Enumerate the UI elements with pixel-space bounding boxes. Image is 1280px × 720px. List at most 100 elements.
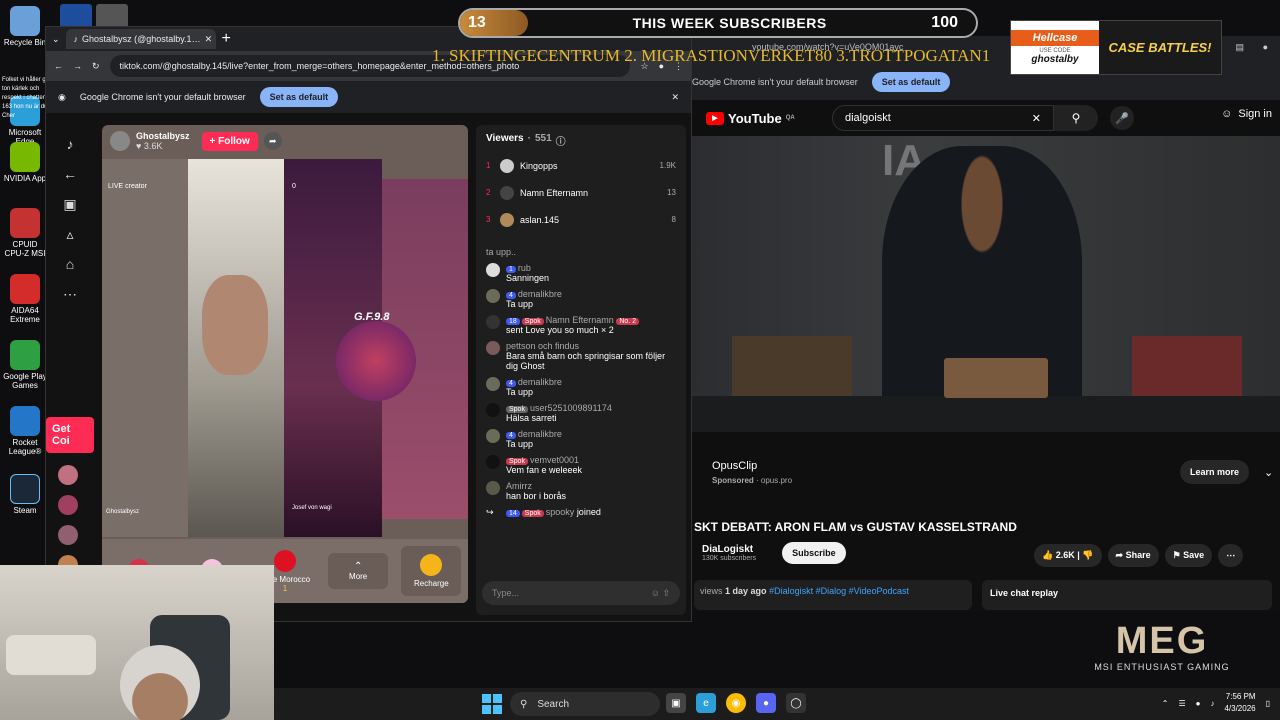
chat-username[interactable]: demalikbre bbox=[518, 377, 562, 387]
chat-username[interactable]: spooky bbox=[546, 507, 575, 517]
chat-username[interactable]: demalikbre bbox=[518, 289, 562, 299]
volume-icon[interactable]: ♪ bbox=[1210, 699, 1214, 708]
chat-input[interactable]: Type... ☺ ⇧ bbox=[482, 581, 680, 605]
chat-username[interactable]: rub bbox=[518, 263, 531, 273]
avatar[interactable] bbox=[58, 465, 78, 485]
avatar[interactable] bbox=[486, 481, 500, 495]
back-icon[interactable]: ← bbox=[54, 61, 63, 71]
chat-username[interactable]: Amirrz bbox=[506, 481, 532, 491]
chat-username[interactable]: vemvet0001 bbox=[530, 455, 579, 465]
set-default-button[interactable]: Set as default bbox=[871, 72, 951, 92]
like-button[interactable]: 👍 2.6K | 👎 bbox=[1034, 544, 1102, 567]
tiktok-logo-icon[interactable]: ♪ bbox=[46, 129, 94, 159]
ad-info[interactable]: OpusClip Sponsored · opus.pro bbox=[712, 460, 792, 485]
new-tab-icon[interactable]: + bbox=[222, 30, 231, 48]
aida64-icon[interactable]: AIDA64 Extreme bbox=[2, 274, 48, 324]
chevron-up-icon[interactable]: ⌃ bbox=[1162, 699, 1169, 708]
chat-username[interactable]: Namn Efternamn bbox=[546, 315, 614, 325]
clock[interactable]: 7:56 PM 4/3/2026 bbox=[1224, 691, 1255, 715]
home-icon[interactable]: ⌂ bbox=[46, 249, 94, 279]
description-box[interactable]: views 1 day ago #Dialogiskt #Dialog #Vid… bbox=[694, 580, 972, 610]
laptop bbox=[944, 358, 1048, 398]
live-tv-icon[interactable]: ▣ bbox=[46, 189, 94, 219]
avatar[interactable] bbox=[486, 315, 500, 329]
hashtags[interactable]: #Dialogiskt #Dialog #VideoPodcast bbox=[769, 586, 909, 596]
recycle-bin-icon[interactable]: Recycle Bin bbox=[2, 6, 48, 47]
chat-username[interactable]: pettson och findus bbox=[506, 341, 579, 351]
avatar[interactable] bbox=[58, 495, 78, 515]
viewer-row[interactable]: 1 Kingopps 1.9K bbox=[486, 152, 676, 179]
avatar[interactable] bbox=[486, 429, 500, 443]
clear-search-icon[interactable]: ✕ bbox=[1032, 112, 1041, 125]
cast-icon[interactable]: ▤ bbox=[1235, 42, 1244, 53]
follow-button[interactable]: + Follow bbox=[201, 131, 258, 151]
fan-badge: Spok bbox=[521, 510, 544, 517]
avatar[interactable] bbox=[486, 341, 500, 355]
discord-icon[interactable]: ● bbox=[756, 693, 776, 713]
forward-icon[interactable]: → bbox=[73, 61, 82, 71]
send-icon[interactable]: ⇧ bbox=[662, 588, 670, 598]
thumbnail[interactable] bbox=[60, 4, 92, 28]
emoji-icon[interactable]: ☺ bbox=[651, 588, 660, 598]
reload-icon[interactable]: ↻ bbox=[92, 61, 100, 72]
task-view-icon[interactable]: ▣ bbox=[666, 693, 686, 713]
sign-in-button[interactable]: ☺ Sign in bbox=[1221, 108, 1272, 120]
close-icon[interactable]: ✕ bbox=[671, 92, 679, 103]
avatar[interactable] bbox=[486, 455, 500, 469]
voice-search-button[interactable]: 🎤 bbox=[1110, 106, 1134, 130]
learn-more-button[interactable]: Learn more bbox=[1180, 460, 1250, 484]
recharge-button[interactable]: Recharge bbox=[401, 546, 462, 596]
cpuz-label: CPUID CPU-Z MSI bbox=[4, 240, 46, 258]
cpuz-icon[interactable]: CPUID CPU-Z MSI bbox=[2, 208, 48, 258]
search-input[interactable]: dialgoiskt ✕ bbox=[832, 105, 1054, 131]
camera-icon[interactable]: ▵ bbox=[46, 219, 94, 249]
chevron-down-icon[interactable]: ⌄ bbox=[1264, 466, 1273, 479]
more-gifts-button[interactable]: ⌃ More bbox=[328, 553, 389, 589]
chat-username[interactable]: demalikbre bbox=[518, 429, 562, 439]
video-player[interactable]: IA bbox=[692, 136, 1280, 432]
wifi-icon[interactable]: ☰ bbox=[1178, 699, 1185, 708]
live-stream-area[interactable]: G.F.9.8 Ghostalbysz ♥ 3.6K + Follow ➦ LI… bbox=[102, 125, 468, 603]
share-icon[interactable]: ➦ bbox=[263, 132, 282, 150]
avatar[interactable] bbox=[486, 403, 500, 417]
tab-close-icon[interactable]: ✕ bbox=[205, 34, 213, 45]
steam-icon[interactable]: Steam bbox=[2, 474, 48, 515]
save-button[interactable]: ⚑ Save bbox=[1164, 544, 1213, 567]
avatar[interactable] bbox=[486, 289, 500, 303]
thumbnail[interactable] bbox=[96, 4, 128, 28]
tab-tiktok[interactable]: ♪ Ghostalbysz (@ghostalby.1… ✕ bbox=[65, 29, 216, 49]
set-default-button[interactable]: Set as default bbox=[259, 87, 339, 107]
profile-icon[interactable]: ● bbox=[1263, 42, 1268, 52]
obs-icon[interactable]: ◯ bbox=[786, 693, 806, 713]
mic-icon[interactable]: ● bbox=[1196, 699, 1201, 708]
google-play-games-icon[interactable]: Google Play Games bbox=[2, 340, 48, 390]
info-icon[interactable]: ⓘ bbox=[556, 133, 566, 148]
rocket-league-icon[interactable]: Rocket League® bbox=[2, 406, 48, 456]
chat-username[interactable]: user5251009891174 bbox=[530, 403, 612, 413]
edge-icon[interactable]: e bbox=[696, 693, 716, 713]
chat-username[interactable]: ta upp.. bbox=[486, 247, 516, 257]
search-button[interactable]: ⚲ bbox=[1054, 105, 1098, 131]
chrome-icon[interactable]: ◉ bbox=[726, 693, 746, 713]
avatar[interactable] bbox=[486, 263, 500, 277]
avatar[interactable] bbox=[58, 525, 78, 545]
streamer-name[interactable]: Ghostalbysz bbox=[136, 131, 190, 141]
viewer-row[interactable]: 2 Namn Efternamn 13 bbox=[486, 179, 676, 206]
subscribe-button[interactable]: Subscribe bbox=[782, 542, 846, 564]
avatar[interactable] bbox=[110, 131, 130, 151]
viewer-row[interactable]: 3 aslan.145 8 bbox=[486, 206, 676, 233]
taskbar-search[interactable]: ⚲ Search bbox=[510, 692, 660, 716]
get-coins-button[interactable]: Get Coi bbox=[46, 417, 94, 453]
youtube-logo[interactable]: ▶ YouTube QA bbox=[706, 111, 795, 126]
share-button[interactable]: ➦ Share bbox=[1107, 544, 1159, 567]
windows-start-icon[interactable] bbox=[482, 694, 502, 714]
chevron-down-icon[interactable]: ⌄ bbox=[52, 34, 60, 45]
collapse-icon[interactable]: ← bbox=[46, 159, 94, 189]
notifications-icon[interactable]: ▯ bbox=[1266, 699, 1270, 708]
nvidia-icon[interactable]: NVIDIA App bbox=[2, 142, 48, 183]
live-chat-replay-button[interactable]: Live chat replay bbox=[982, 580, 1272, 610]
more-icon[interactable]: ⋯ bbox=[46, 279, 94, 309]
more-actions-button[interactable]: ⋯ bbox=[1218, 544, 1244, 567]
channel-name[interactable]: DiaLogiskt bbox=[702, 544, 756, 555]
avatar[interactable] bbox=[486, 377, 500, 391]
